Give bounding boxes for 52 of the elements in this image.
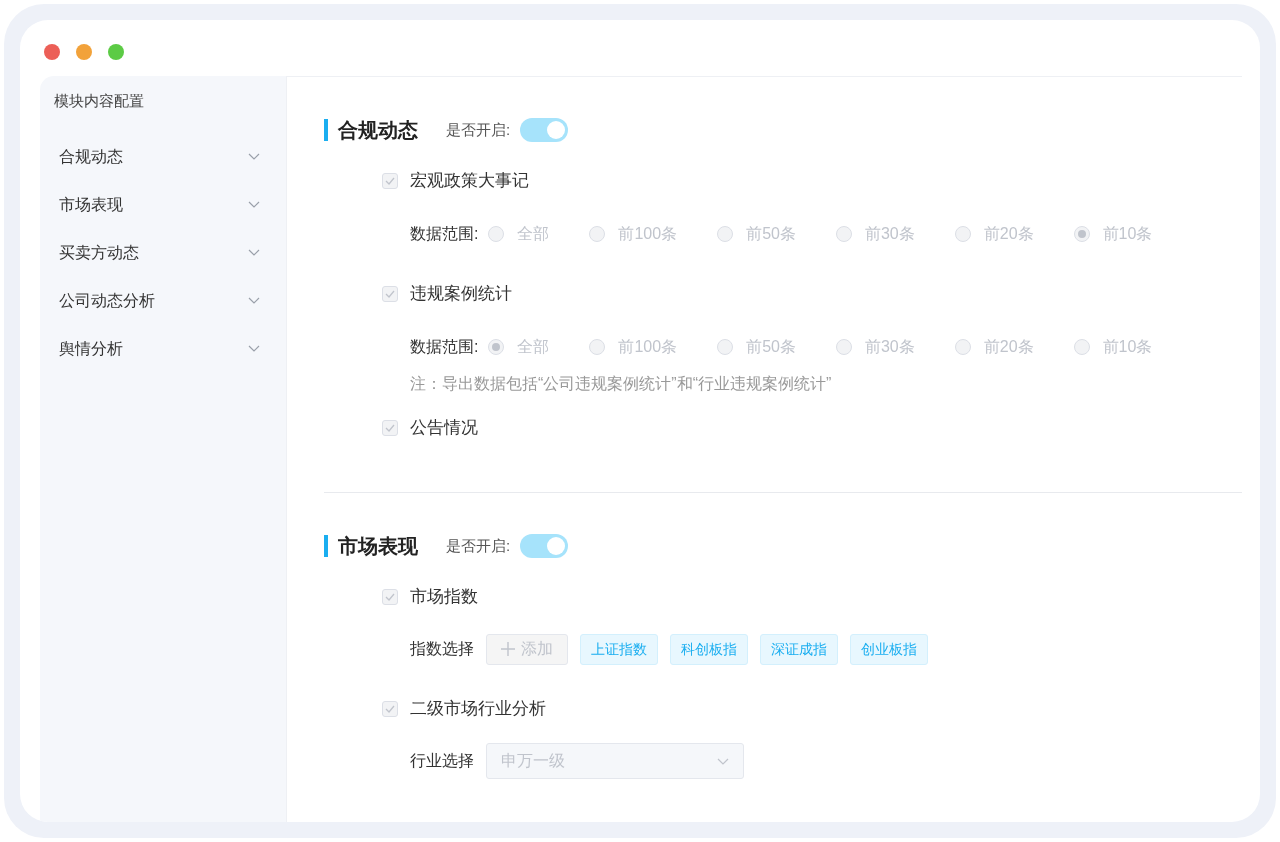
- radio-option[interactable]: 前20条: [954, 335, 1034, 359]
- radio-option[interactable]: 前100条: [589, 335, 678, 359]
- radio-option[interactable]: 前10条: [1073, 335, 1153, 359]
- toggle-label: 是否开启:: [446, 535, 511, 556]
- radio-option[interactable]: 前50条: [717, 222, 796, 246]
- note-text: 注：导出数据包括“公司违规案例统计”和“行业违规案例统计”: [409, 374, 833, 394]
- tag[interactable]: 深证成指: [760, 633, 838, 665]
- section-title: 市场表现: [338, 534, 418, 559]
- toggle-switch[interactable]: [520, 118, 569, 142]
- check-icon: [385, 593, 395, 601]
- chevron-icon: [717, 757, 729, 765]
- sidebar-item[interactable]: 舆情分析: [54, 324, 272, 373]
- tag[interactable]: 创业板指: [850, 633, 928, 665]
- checkbox-label: 市场指数: [410, 586, 478, 609]
- heading-bar: [324, 119, 328, 141]
- radio-option[interactable]: 全部: [488, 222, 550, 246]
- field-label: 数据范围:: [410, 337, 479, 357]
- field-label: 数据范围:: [410, 224, 479, 244]
- checkbox-label: 二级市场行业分析: [410, 698, 546, 721]
- tag[interactable]: 上证指数: [580, 633, 658, 665]
- checkbox[interactable]: [382, 420, 398, 436]
- radio-option[interactable]: 前20条: [954, 222, 1034, 246]
- radio-option[interactable]: 全部: [488, 335, 550, 359]
- check-icon: [385, 177, 395, 185]
- radio-option[interactable]: 前10条: [1073, 222, 1153, 246]
- checkbox-label: 违规案例统计: [410, 283, 512, 306]
- sidebar-item[interactable]: 合规动态: [54, 132, 272, 181]
- sidebar-title: 模块内容配置: [54, 91, 145, 111]
- checkbox[interactable]: [382, 589, 398, 605]
- sidebar-item[interactable]: 公司动态分析: [54, 276, 272, 325]
- check-icon: [385, 290, 395, 298]
- checkbox[interactable]: [382, 701, 398, 717]
- radio-option[interactable]: 前30条: [835, 222, 915, 246]
- check-icon: [385, 424, 395, 432]
- tag[interactable]: 科创板指: [670, 633, 748, 665]
- radio-option[interactable]: 前30条: [835, 335, 915, 359]
- radio-option[interactable]: 前50条: [717, 335, 796, 359]
- sidebar-item[interactable]: 买卖方动态: [54, 228, 272, 277]
- section-title: 合规动态: [338, 118, 418, 143]
- checkbox-label: 公告情况: [410, 417, 478, 440]
- plus-icon: [501, 642, 515, 656]
- field-label: 指数选择: [410, 639, 474, 659]
- checkbox[interactable]: [382, 286, 398, 302]
- toggle-label: 是否开启:: [446, 119, 511, 140]
- checkbox[interactable]: [382, 173, 398, 189]
- field-label: 行业选择: [410, 751, 474, 771]
- heading-bar: [324, 535, 328, 557]
- radio-option[interactable]: 前100条: [589, 222, 678, 246]
- check-icon: [385, 705, 395, 713]
- sidebar-item[interactable]: 市场表现: [54, 180, 272, 229]
- toggle-switch[interactable]: [520, 534, 569, 558]
- checkbox-label: 宏观政策大事记: [410, 170, 529, 193]
